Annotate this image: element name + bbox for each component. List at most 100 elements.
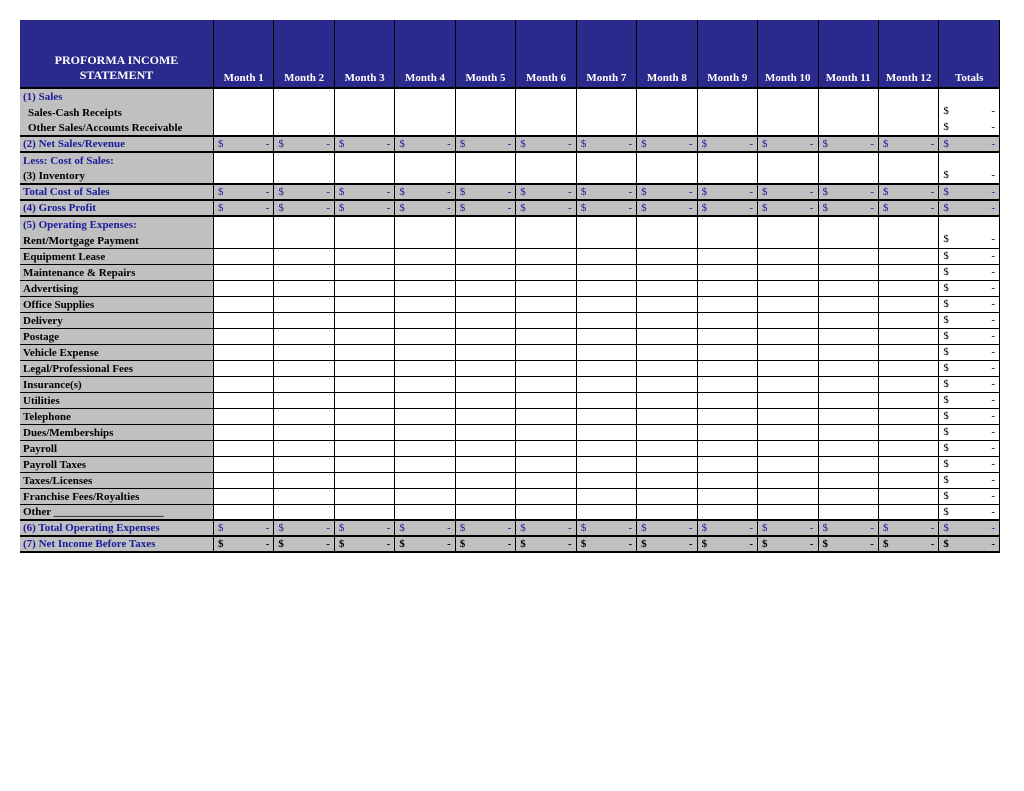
money-cell[interactable]: $- (818, 136, 878, 152)
empty-cell[interactable] (637, 472, 697, 488)
empty-cell[interactable] (395, 216, 455, 232)
money-cell[interactable]: $- (939, 120, 1000, 136)
empty-cell[interactable] (334, 456, 394, 472)
money-cell[interactable]: $- (939, 456, 1000, 472)
empty-cell[interactable] (576, 152, 636, 168)
empty-cell[interactable] (576, 440, 636, 456)
money-cell[interactable]: $- (395, 536, 455, 552)
money-cell[interactable]: $- (576, 184, 636, 200)
empty-cell[interactable] (878, 216, 938, 232)
empty-cell[interactable] (878, 408, 938, 424)
empty-cell[interactable] (213, 472, 273, 488)
empty-cell[interactable] (516, 88, 576, 104)
empty-cell[interactable] (274, 104, 334, 120)
empty-cell[interactable] (576, 408, 636, 424)
empty-cell[interactable] (637, 376, 697, 392)
empty-cell[interactable] (516, 440, 576, 456)
empty-cell[interactable] (395, 472, 455, 488)
money-cell[interactable]: $- (939, 264, 1000, 280)
empty-cell[interactable] (516, 152, 576, 168)
empty-cell[interactable] (637, 312, 697, 328)
empty-cell[interactable] (697, 472, 757, 488)
empty-cell[interactable] (576, 232, 636, 248)
empty-cell[interactable] (637, 296, 697, 312)
money-cell[interactable]: $- (576, 136, 636, 152)
empty-cell[interactable] (697, 296, 757, 312)
empty-cell[interactable] (395, 504, 455, 520)
empty-cell[interactable] (878, 472, 938, 488)
empty-cell[interactable] (758, 456, 818, 472)
empty-cell[interactable] (878, 392, 938, 408)
empty-cell[interactable] (878, 344, 938, 360)
empty-cell[interactable] (213, 376, 273, 392)
money-cell[interactable]: $- (939, 360, 1000, 376)
empty-cell[interactable] (274, 392, 334, 408)
empty-cell[interactable] (818, 248, 878, 264)
empty-cell[interactable] (395, 264, 455, 280)
empty-cell[interactable] (818, 456, 878, 472)
empty-cell[interactable] (455, 424, 515, 440)
empty-cell[interactable] (818, 376, 878, 392)
empty-cell[interactable] (395, 312, 455, 328)
empty-cell[interactable] (697, 88, 757, 104)
empty-cell[interactable] (274, 120, 334, 136)
empty-cell[interactable] (637, 344, 697, 360)
empty-cell[interactable] (274, 168, 334, 184)
empty-cell[interactable] (274, 152, 334, 168)
empty-cell[interactable] (818, 392, 878, 408)
money-cell[interactable]: $- (455, 136, 515, 152)
empty-cell[interactable] (455, 392, 515, 408)
empty-cell[interactable] (516, 472, 576, 488)
empty-cell[interactable] (818, 328, 878, 344)
empty-cell[interactable] (516, 488, 576, 504)
money-cell[interactable]: $- (939, 440, 1000, 456)
empty-cell[interactable] (637, 88, 697, 104)
empty-cell[interactable] (576, 344, 636, 360)
empty-cell[interactable] (213, 264, 273, 280)
empty-cell[interactable] (758, 408, 818, 424)
empty-cell[interactable] (576, 328, 636, 344)
empty-cell[interactable] (516, 296, 576, 312)
empty-cell[interactable] (455, 312, 515, 328)
money-cell[interactable]: $- (758, 184, 818, 200)
empty-cell[interactable] (213, 360, 273, 376)
empty-cell[interactable] (758, 216, 818, 232)
empty-cell[interactable] (334, 216, 394, 232)
empty-cell[interactable] (213, 216, 273, 232)
empty-cell[interactable] (576, 104, 636, 120)
money-cell[interactable]: $- (939, 312, 1000, 328)
empty-cell[interactable] (395, 280, 455, 296)
empty-cell[interactable] (395, 456, 455, 472)
empty-cell[interactable] (516, 216, 576, 232)
empty-cell[interactable] (637, 408, 697, 424)
money-cell[interactable]: $- (758, 520, 818, 536)
empty-cell[interactable] (637, 120, 697, 136)
empty-cell[interactable] (818, 312, 878, 328)
empty-cell[interactable] (878, 104, 938, 120)
empty-cell[interactable] (697, 264, 757, 280)
empty-cell[interactable] (697, 440, 757, 456)
money-cell[interactable]: $- (395, 520, 455, 536)
money-cell[interactable]: $- (455, 184, 515, 200)
money-cell[interactable]: $- (758, 536, 818, 552)
empty-cell[interactable] (576, 392, 636, 408)
empty-cell[interactable] (274, 280, 334, 296)
money-cell[interactable]: $- (939, 424, 1000, 440)
empty-cell[interactable] (939, 216, 1000, 232)
money-cell[interactable]: $- (818, 536, 878, 552)
empty-cell[interactable] (697, 408, 757, 424)
money-cell[interactable]: $- (758, 136, 818, 152)
empty-cell[interactable] (395, 168, 455, 184)
empty-cell[interactable] (758, 392, 818, 408)
empty-cell[interactable] (818, 232, 878, 248)
empty-cell[interactable] (213, 440, 273, 456)
empty-cell[interactable] (334, 120, 394, 136)
empty-cell[interactable] (213, 168, 273, 184)
empty-cell[interactable] (697, 312, 757, 328)
money-cell[interactable]: $- (637, 200, 697, 216)
empty-cell[interactable] (274, 216, 334, 232)
money-cell[interactable]: $- (395, 184, 455, 200)
money-cell[interactable]: $- (516, 200, 576, 216)
empty-cell[interactable] (395, 424, 455, 440)
empty-cell[interactable] (818, 360, 878, 376)
